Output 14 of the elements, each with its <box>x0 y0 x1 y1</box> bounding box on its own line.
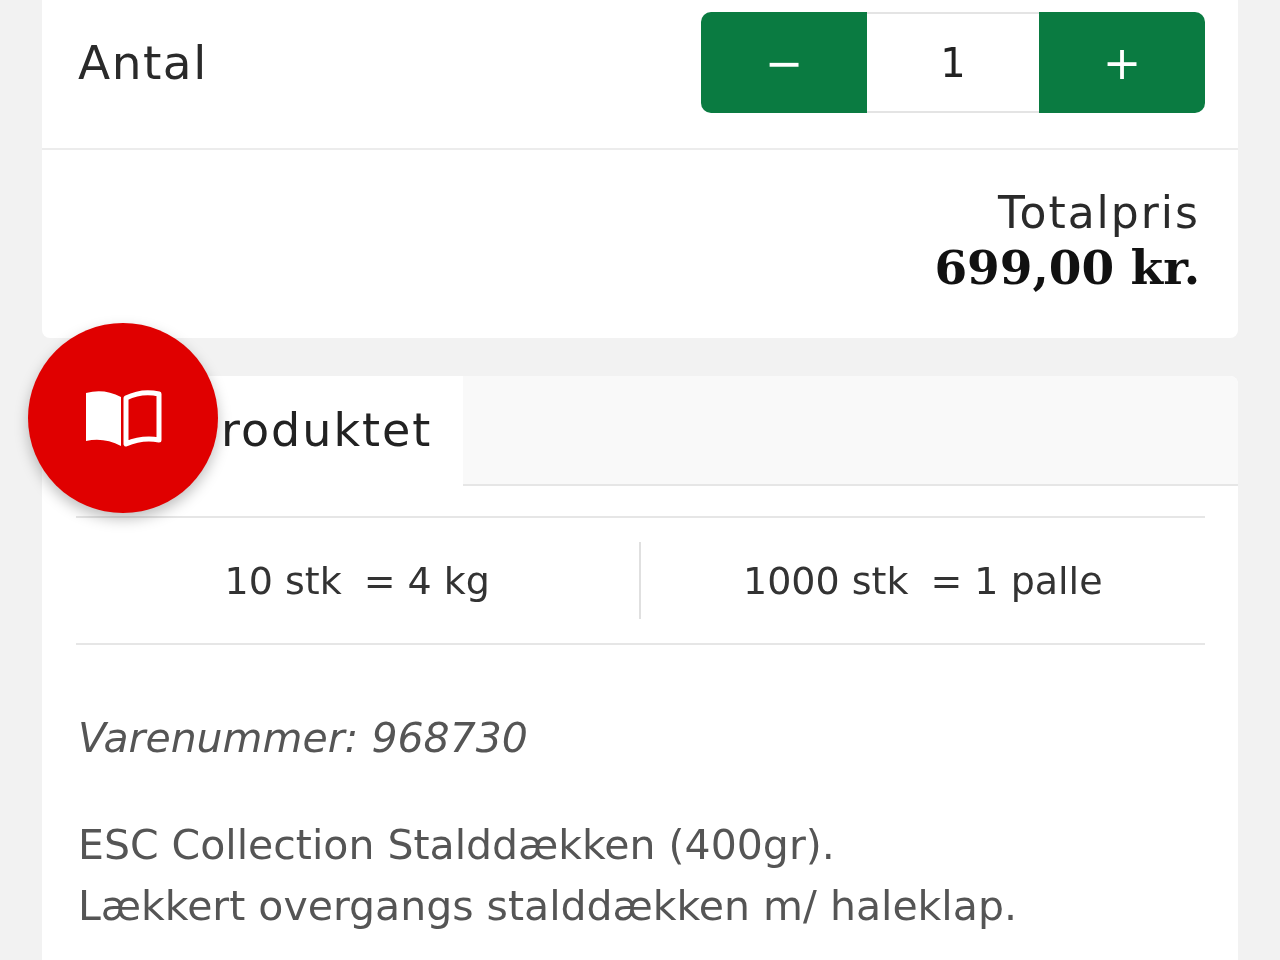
quantity-field[interactable]: 1 <box>867 12 1039 113</box>
quantity-label: Antal <box>78 35 208 90</box>
total-price: 699,00 kr. <box>934 240 1200 296</box>
total-label: Totalpris <box>998 186 1200 240</box>
book-icon <box>84 388 162 448</box>
item-number: Varenummer: 968730 <box>77 713 528 763</box>
description-text: Lækkert overgangs stalddækken m/ haleklap. <box>77 881 1017 932</box>
unit-equivalent: = 1 palle <box>930 558 1103 603</box>
unit-amount: 10 stk <box>224 558 342 603</box>
decrease-button[interactable]: − <box>701 12 867 113</box>
increase-button[interactable]: + <box>1039 12 1205 113</box>
description-text: ESC Collection Stalddækken (400gr). <box>77 820 835 871</box>
unit-equivalent: = 4 kg <box>363 558 490 603</box>
unit-amount: 1000 stk <box>742 558 909 603</box>
